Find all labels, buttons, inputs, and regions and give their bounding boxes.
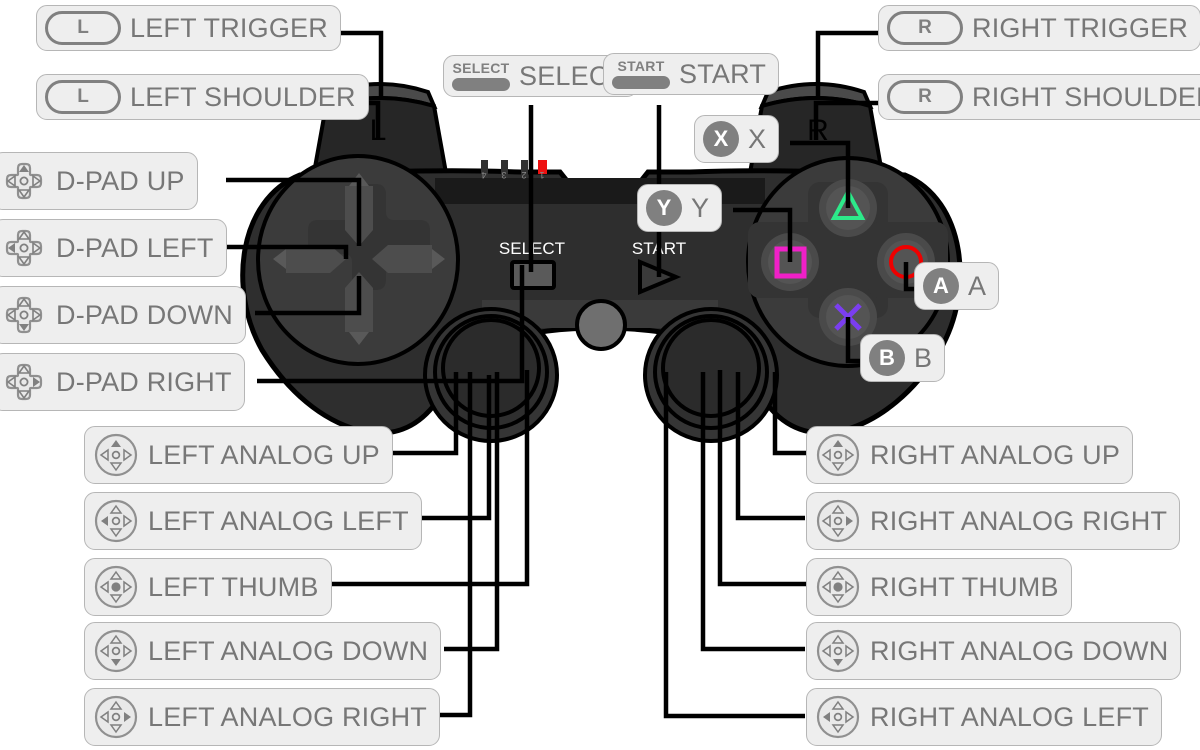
callout-right-analog-left[interactable]: RIGHT ANALOG LEFT [806, 688, 1162, 746]
callout-label: D-PAD RIGHT [56, 366, 232, 397]
analog-down-icon [815, 628, 861, 674]
select-body-label: SELECT [499, 239, 565, 258]
svg-text:1: 1 [539, 170, 544, 180]
select-bar [452, 78, 510, 91]
callout-left-thumb[interactable]: LEFT THUMB [84, 558, 332, 616]
analog-up-icon [815, 432, 861, 478]
callout-label: D-PAD DOWN [56, 299, 233, 330]
letter-circle-icon: B [869, 340, 905, 376]
analog-down-icon [93, 628, 139, 674]
callout-left-analog-right[interactable]: LEFT ANALOG RIGHT [84, 688, 440, 746]
dpad-left-icon [1, 225, 47, 271]
dpad-down-icon [1, 292, 47, 338]
analog-right-icon [93, 694, 139, 740]
analog-up-icon [93, 432, 139, 478]
shoulder-pill-icon: R [887, 11, 963, 45]
callout-button-y[interactable]: Y Y [637, 184, 723, 232]
start-bar [612, 76, 670, 89]
callout-label: RIGHT THUMB [870, 571, 1059, 602]
callout-left-analog-up[interactable]: LEFT ANALOG UP [84, 426, 393, 484]
callout-left-analog-down[interactable]: LEFT ANALOG DOWN [84, 622, 442, 680]
analog-right-icon [815, 498, 861, 544]
shoulder-pill-icon: L [45, 80, 121, 114]
callout-label: LEFT THUMB [148, 571, 319, 602]
callout-label: LEFT ANALOG DOWN [148, 635, 429, 666]
callout-dpad-right[interactable]: D-PAD RIGHT [0, 353, 245, 411]
callout-label: RIGHT ANALOG UP [870, 439, 1121, 470]
callout-right-thumb[interactable]: RIGHT THUMB [806, 558, 1072, 616]
dpad-right-icon [1, 359, 47, 405]
select-badge-icon: SELECT [452, 61, 510, 91]
callout-right-trigger[interactable]: R RIGHT TRIGGER [878, 5, 1200, 51]
callout-label: RIGHT ANALOG DOWN [870, 635, 1169, 666]
callout-label: RIGHT ANALOG RIGHT [870, 505, 1168, 536]
dpad-up-icon [1, 158, 47, 204]
callout-label: D-PAD UP [56, 165, 185, 196]
callout-start[interactable]: START START [603, 53, 780, 95]
start-badge-icon: START [612, 59, 670, 89]
callout-right-analog-down[interactable]: RIGHT ANALOG DOWN [806, 622, 1182, 680]
shoulder-pill-icon: L [45, 11, 121, 45]
select-body-button [510, 260, 556, 290]
shoulder-left-letter: L [370, 114, 387, 147]
callout-label: LEFT ANALOG LEFT [148, 505, 409, 536]
callout-dpad-left[interactable]: D-PAD LEFT [0, 219, 227, 277]
callout-right-analog-right[interactable]: RIGHT ANALOG RIGHT [806, 492, 1181, 550]
callout-label: RIGHT SHOULDER [972, 81, 1200, 112]
callout-label: RIGHT ANALOG LEFT [870, 701, 1149, 732]
svg-text:4: 4 [481, 170, 486, 180]
analog-left-icon [815, 694, 861, 740]
callout-label: LEFT ANALOG RIGHT [148, 701, 427, 732]
callout-label: START [679, 58, 767, 89]
callout-label: A [968, 270, 987, 301]
start-body-label: START [632, 239, 686, 258]
letter-circle-icon: Y [646, 190, 682, 226]
callout-label: LEFT TRIGGER [130, 12, 328, 43]
analog-left-icon [93, 498, 139, 544]
callout-label: X [748, 123, 767, 154]
shoulder-right-letter: R [807, 114, 829, 147]
callout-label: Y [691, 192, 710, 223]
callout-button-b[interactable]: B B [860, 334, 946, 382]
callout-dpad-up[interactable]: D-PAD UP [0, 152, 198, 210]
callout-label: D-PAD LEFT [56, 232, 214, 263]
callout-left-analog-left[interactable]: LEFT ANALOG LEFT [84, 492, 422, 550]
callout-button-x[interactable]: X X [694, 115, 780, 163]
callout-label: LEFT SHOULDER [130, 81, 356, 112]
callout-label: LEFT ANALOG UP [148, 439, 380, 470]
letter-circle-icon: X [703, 121, 739, 157]
analog-thumb-icon [815, 564, 861, 610]
callout-right-shoulder[interactable]: R RIGHT SHOULDER [878, 74, 1200, 120]
letter-circle-icon: A [923, 268, 959, 304]
analog-thumb-icon [93, 564, 139, 610]
callout-button-a[interactable]: A A [914, 262, 1000, 310]
callout-label: RIGHT TRIGGER [972, 12, 1189, 43]
callout-left-trigger[interactable]: L LEFT TRIGGER [36, 5, 341, 51]
callout-right-analog-up[interactable]: RIGHT ANALOG UP [806, 426, 1134, 484]
left-analog-stick [423, 307, 559, 443]
diagram-canvas: L R 4 3 2 1 SELECT START L LEFT TRIGGER … [0, 0, 1200, 750]
svg-text:3: 3 [501, 170, 506, 180]
callout-label: B [914, 342, 933, 373]
callout-left-shoulder[interactable]: L LEFT SHOULDER [36, 74, 369, 120]
callout-dpad-down[interactable]: D-PAD DOWN [0, 286, 246, 344]
right-analog-stick [643, 307, 779, 443]
svg-text:2: 2 [521, 170, 526, 180]
home-button [575, 299, 627, 351]
shoulder-pill-icon: R [887, 80, 963, 114]
controller-body: 4 3 2 1 SELECT START [240, 154, 963, 443]
